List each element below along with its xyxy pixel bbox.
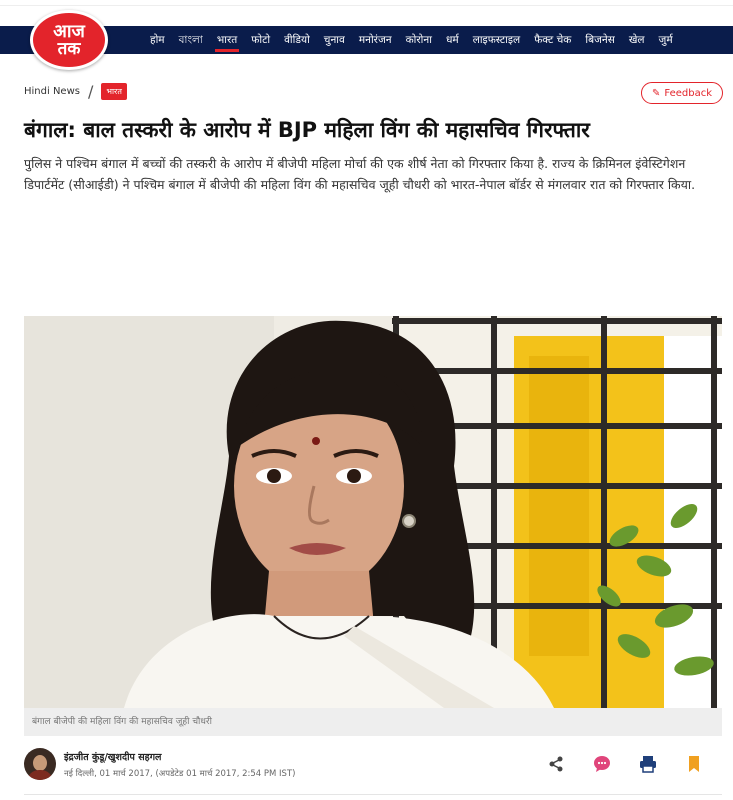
nav-item-photo[interactable]: फोटो	[244, 26, 277, 54]
breadcrumb-separator: /	[87, 82, 94, 101]
image-caption: बंगाल बीजेपी की महिला विंग की महासचिव जू…	[24, 708, 722, 736]
article-photo-illustration	[24, 316, 722, 708]
article-dateline: नई दिल्ली, 01 मार्च 2017, (अपडेटेड 01 मा…	[64, 769, 296, 779]
article-photo	[24, 316, 722, 708]
nav-item-bangla[interactable]: বাংলা	[172, 26, 210, 54]
nav-menu: होम বাংলা भारत फोटो वीडियो चुनाव मनोरंजन…	[143, 26, 680, 54]
site-logo[interactable]: आज तक	[30, 10, 108, 70]
nav-item-corona[interactable]: कोरोना	[399, 26, 439, 54]
nav-item-home[interactable]: होम	[143, 26, 172, 54]
divider	[24, 794, 722, 795]
nav-item-lifestyle[interactable]: लाइफस्टाइल	[466, 26, 527, 54]
nav-item-business[interactable]: बिजनेस	[578, 26, 621, 54]
comment-icon[interactable]	[592, 754, 612, 774]
breadcrumb-section-tag[interactable]: भारत	[101, 83, 127, 100]
share-icon[interactable]	[546, 754, 566, 774]
top-strip	[0, 0, 733, 6]
nav-item-election[interactable]: चुनाव	[317, 26, 352, 54]
breadcrumb: Hindi News / भारत	[24, 82, 127, 101]
bookmark-icon[interactable]	[684, 754, 704, 774]
print-icon[interactable]	[638, 754, 658, 774]
nav-item-sports[interactable]: खेल	[622, 26, 652, 54]
nav-item-fact-check[interactable]: फैक्ट चेक	[527, 26, 578, 54]
nav-item-video[interactable]: वीडियो	[277, 26, 317, 54]
author-name[interactable]: इंद्रजीत कुंडू/खुशदीप सहगल	[64, 750, 162, 763]
author-row: इंद्रजीत कुंडू/खुशदीप सहगल नई दिल्ली, 01…	[24, 746, 722, 786]
nav-item-bharat[interactable]: भारत	[210, 26, 244, 54]
author-avatar[interactable]	[24, 748, 56, 780]
logo-line2: तक	[57, 38, 81, 59]
nav-item-entertainment[interactable]: मनोरंजन	[352, 26, 399, 54]
feedback-label: Feedback	[664, 87, 712, 99]
pencil-icon: ✎	[651, 87, 661, 99]
logo-line1: आज	[53, 20, 85, 42]
article-actions	[546, 754, 704, 774]
nav-item-religion[interactable]: धर्म	[439, 26, 466, 54]
feedback-button[interactable]: ✎ Feedback	[641, 82, 723, 104]
article-summary: पुलिस ने पश्चिम बंगाल में बच्चों की तस्क…	[24, 156, 696, 193]
article-headline: बंगाल: बाल तस्करी के आरोप में BJP महिला …	[24, 118, 590, 142]
breadcrumb-home-link[interactable]: Hindi News	[24, 86, 80, 97]
nav-item-crime[interactable]: जुर्म	[652, 26, 680, 54]
